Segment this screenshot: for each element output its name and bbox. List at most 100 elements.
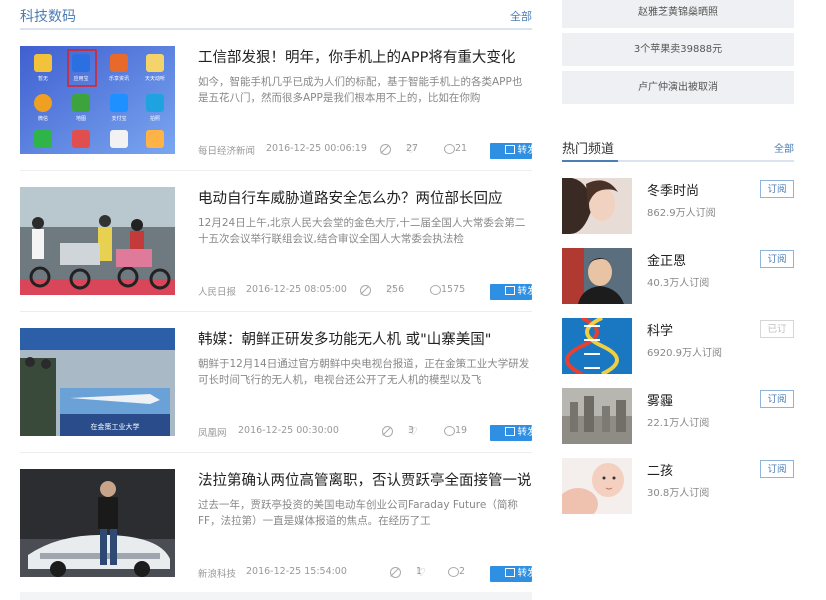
article-thumbnail[interactable]: 暂无 应用宝 乐享资讯 天天动听 微信 地图 支付宝 拍照 — [20, 46, 175, 154]
article-title[interactable]: 电动自行车威胁道路安全怎么办？两位部长回应 — [198, 187, 532, 208]
channel-subscribers: 22.1万人订阅 — [647, 418, 710, 429]
share-button[interactable]: 转发 — [490, 425, 537, 441]
subscribed-button[interactable]: 已订 — [760, 320, 794, 338]
channel-subscribers: 6920.9万人订阅 — [647, 348, 722, 359]
hot-news-link[interactable]: 赵雅芝黄锦燊晒照 — [562, 0, 794, 28]
share-icon — [504, 427, 515, 436]
channel-item[interactable]: 金正恩 40.3万人订阅 订阅 — [562, 248, 794, 304]
channels-title-underline — [562, 160, 618, 162]
article-title[interactable]: 法拉第确认两位高管离职，否认贾跃亭全面接管一说 — [198, 469, 532, 490]
channel-name[interactable]: 二孩 — [647, 460, 673, 479]
comment-count: 19 — [455, 425, 468, 436]
channels-more-link[interactable]: 全部 — [774, 140, 794, 155]
article-thumbnail[interactable]: 在金策工业大学 — [20, 328, 175, 436]
subscribe-button[interactable]: 订阅 — [760, 180, 794, 198]
dislike-button[interactable] — [360, 284, 371, 298]
article-meta: 新浪科技 2016-12-25 15:54:00 ♡ 1 2 转发 — [198, 566, 537, 582]
hot-news-link[interactable]: 3个苹果卖39888元 — [562, 33, 794, 66]
dislike-button[interactable] — [380, 143, 391, 157]
article-source: 新浪科技 — [198, 569, 237, 580]
article-summary: 如今，智能手机几乎已成为人们的标配，基于智能手机上的各类APP也是五花八门，然而… — [198, 76, 523, 104]
article-item[interactable]: 法拉第确认两位高管离职，否认贾跃亭全面接管一说 过去一年，贾跃亭投资的美国电动车… — [20, 453, 537, 594]
share-button[interactable]: 转发 — [490, 284, 537, 300]
comment-icon — [444, 426, 455, 436]
comment-icon — [444, 144, 455, 154]
share-button[interactable]: 转发 — [490, 143, 537, 159]
like-count: 256 — [386, 284, 405, 295]
dislike-icon — [390, 567, 401, 578]
sidebar: 赵雅芝黄锦燊晒照 3个苹果卖39888元 卢广仲演出被取消 热门频道 全部 冬季… — [562, 0, 794, 514]
thumb-icon-label: 乐享资讯 — [109, 75, 129, 82]
thumb-icon-label: 拍照 — [150, 115, 160, 122]
article-time: 2016-12-25 08:05:00 — [246, 284, 347, 295]
subscribe-button[interactable]: 订阅 — [760, 250, 794, 268]
channel-image[interactable] — [562, 388, 632, 444]
thumb-icon-label: 暂无 — [38, 75, 48, 82]
channel-image[interactable] — [562, 178, 632, 234]
share-label: 转发 — [517, 568, 537, 579]
thumb-icon-label: 微信 — [38, 115, 48, 122]
share-icon — [504, 145, 515, 154]
article-item[interactable]: 电动自行车威胁道路安全怎么办？两位部长回应 12月24日上午,北京人民大会堂的金… — [20, 171, 537, 312]
channel-name[interactable]: 科学 — [647, 320, 673, 339]
list-bottom-strip — [20, 592, 532, 600]
channels-header: 热门频道 全部 — [562, 130, 794, 162]
like-count: 1 — [416, 566, 423, 577]
dislike-button[interactable] — [390, 566, 401, 580]
article-title[interactable]: 工信部发狠！明年，你手机上的APP将有重大变化 — [198, 46, 532, 67]
article-thumbnail[interactable] — [20, 187, 175, 295]
channel-item[interactable]: 科学 6920.9万人订阅 已订 — [562, 318, 794, 374]
channel-subscribers: 30.8万人订阅 — [647, 488, 710, 499]
article-source: 每日经济新闻 — [198, 146, 256, 157]
article-title[interactable]: 韩媒：朝鲜正研发多功能无人机 或"山寨美国" — [198, 328, 532, 349]
article-item[interactable]: 暂无 应用宝 乐享资讯 天天动听 微信 地图 支付宝 拍照 工信部发狠！明年，你… — [20, 30, 537, 171]
comment-icon — [430, 285, 441, 295]
comment-button[interactable]: 2 — [448, 566, 465, 579]
thumb-icon-label: 天天动听 — [145, 75, 165, 82]
channel-name[interactable]: 雾霾 — [647, 390, 673, 409]
section-header: 科技数码 全部 — [20, 0, 532, 30]
channel-name[interactable]: 金正恩 — [647, 250, 686, 269]
news-list-column: 科技数码 全部 暂无 应用宝 乐享资讯 天天动听 微信 地图 支付宝 拍照 工信… — [20, 0, 537, 594]
article-meta: 每日经济新闻 2016-12-25 00:06:19 ♡ 27 21 转发 — [198, 143, 537, 159]
article-summary: 过去一年，贾跃亭投资的美国电动车创业公司Faraday Future（简称FF，… — [198, 499, 518, 527]
article-source: 凤凰网 — [198, 428, 227, 439]
channel-item[interactable]: 冬季时尚 862.9万人订阅 订阅 — [562, 178, 794, 234]
thumb-icon-label: 地图 — [76, 115, 86, 122]
channel-subscribers: 40.3万人订阅 — [647, 278, 710, 289]
share-button[interactable]: 转发 — [490, 566, 537, 582]
comment-button[interactable]: 19 — [444, 425, 467, 438]
channel-image[interactable] — [562, 318, 632, 374]
article-time: 2016-12-25 00:30:00 — [238, 425, 339, 436]
comment-count: 1575 — [441, 284, 466, 295]
subscribe-button[interactable]: 订阅 — [760, 460, 794, 478]
channel-subscribers: 862.9万人订阅 — [647, 208, 716, 219]
thumb-icon-label: 应用宝 — [73, 75, 88, 82]
dislike-icon — [382, 426, 393, 437]
comment-count: 2 — [459, 566, 466, 577]
hot-news-link[interactable]: 卢广仲演出被取消 — [562, 71, 794, 104]
subscribe-button[interactable]: 订阅 — [760, 390, 794, 408]
article-summary: 12月24日上午,北京人民大会堂的金色大厅,十二届全国人大常委会第二十五次会议举… — [198, 217, 526, 245]
channel-name[interactable]: 冬季时尚 — [647, 180, 699, 199]
channel-image[interactable] — [562, 458, 632, 514]
dislike-icon — [360, 285, 371, 296]
share-label: 转发 — [517, 427, 537, 438]
share-label: 转发 — [517, 286, 537, 297]
channel-image[interactable] — [562, 248, 632, 304]
channel-item[interactable]: 雾霾 22.1万人订阅 订阅 — [562, 388, 794, 444]
section-title: 科技数码 — [20, 9, 76, 25]
article-item[interactable]: 在金策工业大学 韩媒：朝鲜正研发多功能无人机 或"山寨美国" 朝鲜于12月14日… — [20, 312, 537, 453]
channel-item[interactable]: 二孩 30.8万人订阅 订阅 — [562, 458, 794, 514]
article-thumbnail[interactable] — [20, 469, 175, 577]
article-time: 2016-12-25 15:54:00 — [246, 566, 347, 577]
article-meta: 人民日报 2016-12-25 08:05:00 ♡ 256 1575 转发 — [198, 284, 537, 300]
comment-button[interactable]: 1575 — [430, 284, 465, 297]
thumb-caption: 在金策工业大学 — [91, 422, 140, 431]
comment-button[interactable]: 21 — [444, 143, 467, 156]
article-meta: 凤凰网 2016-12-25 00:30:00 ♡ 3 19 转发 — [198, 425, 537, 441]
like-count: 3 — [408, 425, 415, 436]
section-more-link[interactable]: 全部 — [510, 8, 532, 24]
share-icon — [504, 286, 515, 295]
dislike-button[interactable] — [382, 425, 393, 439]
